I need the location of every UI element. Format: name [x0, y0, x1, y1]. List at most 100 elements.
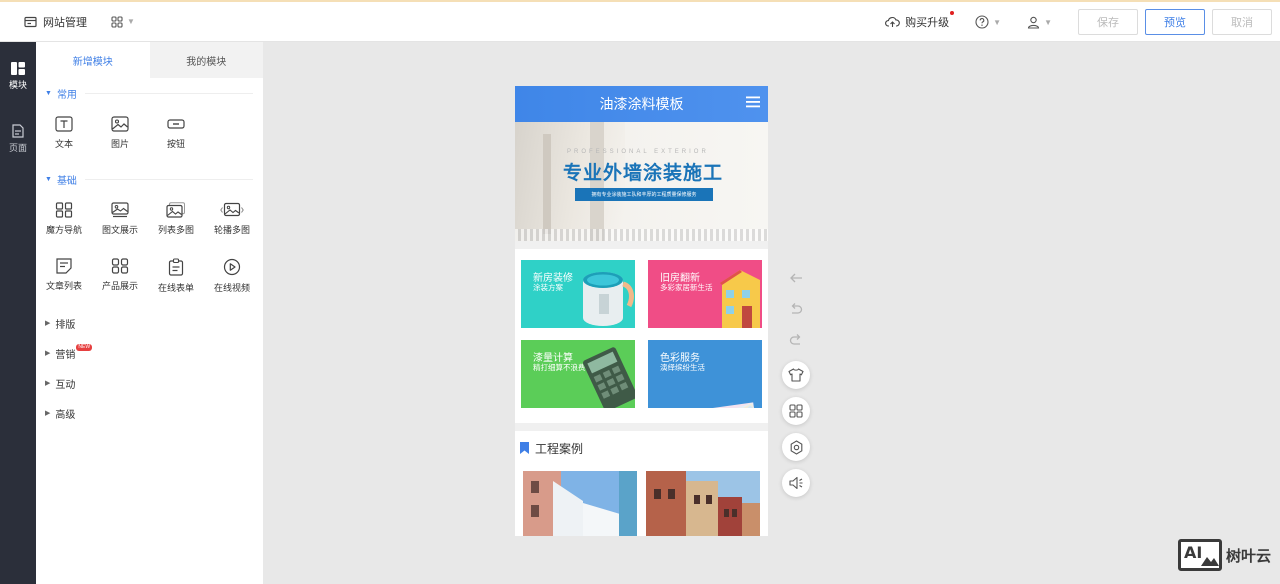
save-button[interactable]: 保存: [1078, 9, 1138, 35]
upgrade-button[interactable]: 购买升级: [885, 11, 955, 30]
case-image-1[interactable]: [523, 471, 637, 536]
card-paint-calc[interactable]: 漆量计算 精打细算不浪费: [521, 340, 635, 408]
caret-right-icon: ▶: [45, 410, 51, 417]
video-icon: [223, 258, 241, 276]
module-text[interactable]: 文本: [36, 108, 92, 164]
section-label: 基础: [56, 175, 77, 187]
banner-headline: 专业外墙涂装施工: [563, 162, 724, 184]
watermark-text: 树叶云: [1226, 547, 1272, 565]
shirt-icon: [788, 368, 804, 382]
cube-nav-icon: [55, 202, 73, 218]
module-article-list[interactable]: 文章列表: [36, 250, 92, 306]
grid-icon: [789, 404, 803, 418]
module-image-text[interactable]: 图文展示: [92, 194, 148, 250]
paint-bucket-illustration: [583, 272, 634, 326]
form-icon: [168, 258, 184, 276]
section-label: 营销: [55, 349, 76, 361]
apps-dropdown[interactable]: ▼: [111, 15, 135, 28]
common-module-grid: 文本 图片 按钮: [36, 108, 263, 164]
phone-header[interactable]: 油漆涂料模板: [515, 86, 768, 122]
article-list-icon: [56, 258, 72, 274]
help-icon: [975, 15, 989, 29]
card-color-service[interactable]: 色彩服务 演绎缤纷生活: [648, 340, 762, 408]
module-label: 轮播多图: [213, 225, 250, 235]
button-icon: [167, 119, 185, 129]
module-form[interactable]: 在线表单: [148, 250, 204, 306]
section-heading: 工程案例: [515, 431, 768, 465]
rail-item-modules[interactable]: 模块: [0, 42, 36, 104]
module-cube-nav[interactable]: 魔方导航: [36, 194, 92, 250]
top-bar: 网站管理 ▼ 购买升级 ▼ ▼ 保存 预览 取消: [0, 0, 1280, 42]
card-new-house[interactable]: 新房装修 涂装方案: [521, 260, 635, 328]
section-interaction-header[interactable]: ▶ 互动: [36, 368, 263, 398]
module-video[interactable]: 在线视频: [204, 250, 260, 306]
theme-button[interactable]: [782, 361, 810, 389]
caret-right-icon: ▶: [45, 380, 51, 387]
watermark: AI 树叶云: [1178, 539, 1271, 571]
module-label: 列表多图: [157, 225, 194, 235]
module-label: 图片: [110, 139, 129, 149]
building-photo: [523, 471, 637, 536]
module-button[interactable]: 按钮: [148, 108, 204, 164]
phone-banner[interactable]: PROFESSIONAL EXTERIOR 专业外墙涂装施工 拥有专业涂装施工队…: [515, 122, 768, 241]
settings-button[interactable]: [782, 433, 810, 461]
basic-module-grid: 魔方导航 图文展示 列表多图 轮播多图 文章列表 产品展示 在线表单 在线视频: [36, 194, 263, 306]
site-management-button[interactable]: 网站管理: [24, 14, 87, 30]
upgrade-label: 购买升级: [905, 17, 950, 29]
case-image-2[interactable]: [646, 471, 760, 536]
tab-my-modules[interactable]: 我的模块: [149, 42, 263, 78]
layout-button[interactable]: [782, 397, 810, 425]
gear-icon: [790, 439, 802, 455]
section-marketing-header[interactable]: ▶ 营销 NEW: [36, 338, 263, 368]
hamburger-menu-icon[interactable]: [746, 96, 760, 108]
section-label: 排版: [55, 319, 76, 331]
page-icon: [12, 124, 24, 138]
carousel-icon: [220, 202, 244, 217]
user-dropdown[interactable]: ▼: [1027, 16, 1052, 29]
module-label: 按钮: [166, 139, 185, 149]
help-dropdown[interactable]: ▼: [975, 15, 1001, 29]
new-badge: NEW: [76, 343, 93, 351]
rail-item-pages[interactable]: 页面: [0, 104, 36, 166]
banner-tagline-strip: 拥有专业涂装施工队和丰厚的工程质量保修服务: [575, 188, 713, 201]
site-management-label: 网站管理: [43, 16, 87, 29]
module-label: 在线视频: [213, 283, 250, 293]
color-swatch-illustration: [696, 402, 755, 408]
section-advanced-header[interactable]: ▶ 高级: [36, 398, 263, 428]
panel-tabs: 新增模块 我的模块: [36, 42, 263, 78]
module-multi-image[interactable]: 列表多图: [148, 194, 204, 250]
module-carousel[interactable]: 轮播多图: [204, 194, 260, 250]
cancel-button[interactable]: 取消: [1212, 9, 1272, 35]
project-cases-section: 工程案例: [515, 431, 768, 536]
preview-button[interactable]: 预览: [1145, 9, 1205, 35]
announcement-button[interactable]: [782, 469, 810, 497]
module-image[interactable]: 图片: [92, 108, 148, 164]
section-common-header[interactable]: ▼ 常用: [36, 78, 263, 108]
mountain-icon: [1201, 557, 1219, 566]
tab-new-modules[interactable]: 新增模块: [36, 42, 150, 78]
caret-right-icon: ▶: [45, 350, 51, 357]
chevron-down-icon: ▼: [993, 17, 1002, 27]
section-label: 互动: [55, 379, 76, 391]
section-basic-header[interactable]: ▼ 基础: [36, 164, 263, 194]
site-icon: [24, 16, 37, 27]
rail-item-label: 模块: [8, 80, 27, 90]
modules-icon: [11, 62, 25, 75]
rail-item-label: 页面: [8, 143, 27, 153]
module-product[interactable]: 产品展示: [92, 250, 148, 306]
card-subtitle: 精打细算不浪费: [533, 363, 586, 372]
card-subtitle: 多彩家居新生活: [660, 283, 713, 292]
module-label: 图文展示: [101, 225, 138, 235]
redo-icon[interactable]: [789, 334, 803, 346]
undo-icon[interactable]: [789, 303, 803, 315]
caret-down-icon: ▼: [45, 89, 52, 97]
section-layout-header[interactable]: ▶ 排版: [36, 308, 263, 338]
phone-site-title: 油漆涂料模板: [599, 96, 684, 112]
image-text-icon: [111, 202, 129, 218]
card-renovation[interactable]: 旧房翻新 多彩家居新生活: [648, 260, 762, 328]
module-label: 魔方导航: [45, 225, 82, 235]
chevron-down-icon: ▼: [127, 17, 135, 26]
service-cards: 新房装修 涂装方案 旧房翻新 多彩家居新生活 漆量计算 精打细算不浪费 色彩服务…: [515, 249, 768, 423]
grid-icon: [111, 15, 123, 28]
move-back-icon[interactable]: [789, 272, 803, 284]
